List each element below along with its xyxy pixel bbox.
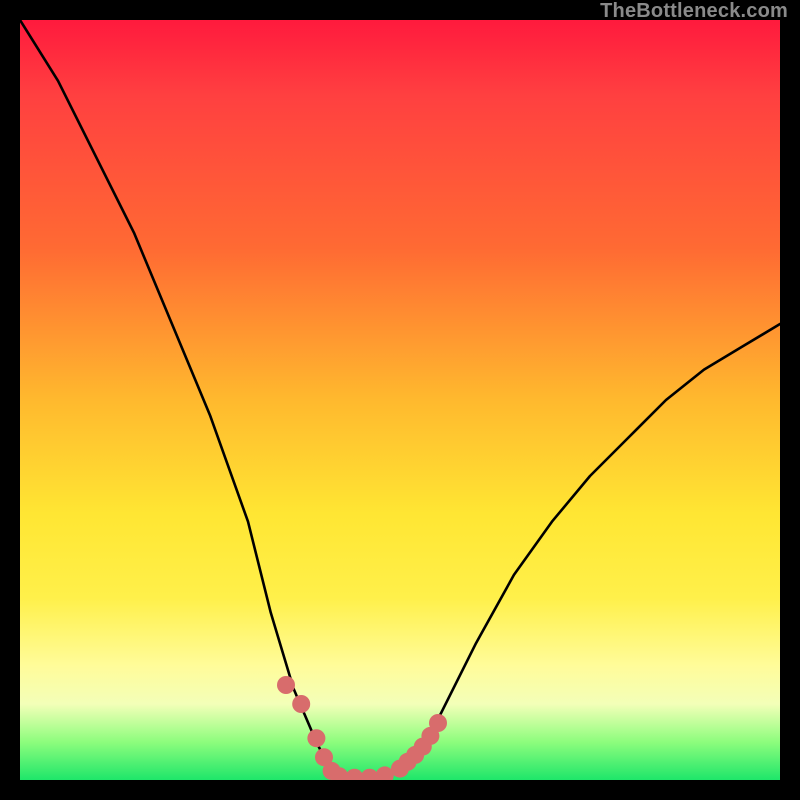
bottleneck-curve xyxy=(20,20,780,780)
highlight-marker-dot xyxy=(307,729,325,747)
highlight-marker-dot xyxy=(429,714,447,732)
plot-area xyxy=(20,20,780,780)
highlight-markers xyxy=(277,676,447,780)
chart-frame: TheBottleneck.com xyxy=(0,0,800,800)
highlight-marker-dot xyxy=(292,695,310,713)
curve-svg xyxy=(20,20,780,780)
highlight-marker-dot xyxy=(277,676,295,694)
